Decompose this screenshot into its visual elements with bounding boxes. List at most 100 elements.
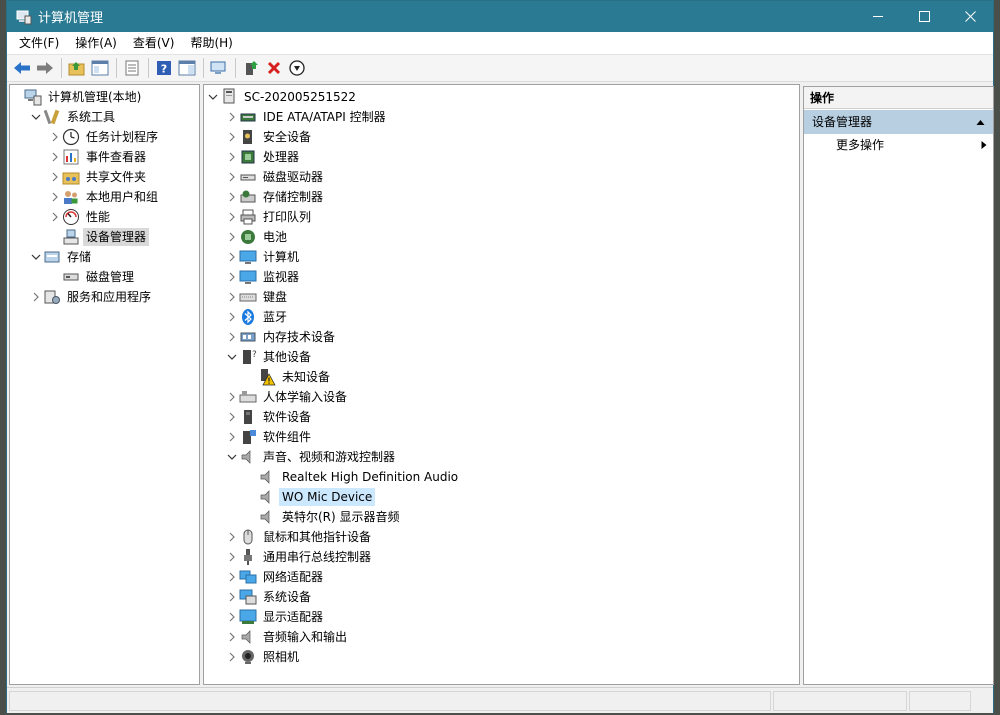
minimize-button[interactable]: [855, 1, 901, 32]
chevron-right-icon[interactable]: [225, 407, 239, 427]
console-tree-item[interactable]: 事件查看器: [48, 147, 149, 167]
menu-file[interactable]: 文件(F): [11, 33, 67, 54]
device-tree-item[interactable]: Realtek High Definition Audio: [244, 467, 461, 487]
menu-view[interactable]: 查看(V): [125, 33, 183, 54]
forward-arrow-button[interactable]: [34, 57, 56, 79]
chevron-right-icon[interactable]: [225, 247, 239, 267]
device-tree-item[interactable]: 音频输入和输出: [225, 627, 350, 647]
console-tree-label: 设备管理器: [83, 228, 150, 246]
maximize-button[interactable]: [901, 1, 947, 32]
chevron-right-icon[interactable]: [225, 207, 239, 227]
scan-hardware-button[interactable]: [208, 57, 230, 79]
device-tree-item[interactable]: 未知设备: [244, 367, 333, 387]
properties-button[interactable]: [121, 57, 143, 79]
chevron-right-icon[interactable]: [225, 267, 239, 287]
chevron-down-icon[interactable]: [206, 87, 220, 107]
device-tree-item[interactable]: 软件设备: [225, 407, 314, 427]
chevron-right-icon[interactable]: [225, 627, 239, 647]
device-tree-item[interactable]: 网络适配器: [225, 567, 326, 587]
device-tree-item[interactable]: 照相机: [225, 647, 302, 667]
device-tree-item[interactable]: 鼠标和其他指针设备: [225, 527, 374, 547]
help-button[interactable]: ?: [153, 57, 175, 79]
back-arrow-button[interactable]: [11, 57, 33, 79]
chevron-right-icon[interactable]: [48, 167, 62, 187]
device-tree-item[interactable]: 蓝牙: [225, 307, 290, 327]
chevron-right-icon[interactable]: [225, 387, 239, 407]
uninstall-button[interactable]: [263, 57, 285, 79]
chevron-down-icon[interactable]: [225, 347, 239, 367]
device-tree-item[interactable]: 电池: [225, 227, 290, 247]
device-tree-item[interactable]: 打印队列: [225, 207, 314, 227]
chevron-right-icon[interactable]: [225, 107, 239, 127]
device-tree-item[interactable]: 显示适配器: [225, 607, 326, 627]
action-section-device-manager[interactable]: 设备管理器: [804, 110, 993, 134]
device-tree-item[interactable]: 通用串行总线控制器: [225, 547, 374, 567]
chevron-down-icon[interactable]: [225, 447, 239, 467]
chevron-right-icon[interactable]: [225, 227, 239, 247]
printer-icon: [239, 208, 257, 226]
menu-action[interactable]: 操作(A): [67, 33, 125, 54]
console-tree-item[interactable]: 计算机管理(本地): [10, 87, 144, 107]
device-tree-item[interactable]: ? 其他设备: [225, 347, 314, 367]
chevron-right-icon[interactable]: [225, 527, 239, 547]
device-label: 其他设备: [263, 350, 312, 364]
device-tree-item[interactable]: 安全设备: [225, 127, 314, 147]
chevron-right-icon[interactable]: [225, 327, 239, 347]
chevron-down-icon[interactable]: [29, 107, 43, 127]
device-tree-item[interactable]: 键盘: [225, 287, 290, 307]
close-button[interactable]: [947, 1, 993, 32]
chevron-right-icon[interactable]: [225, 167, 239, 187]
chevron-down-icon[interactable]: [29, 247, 43, 267]
chevron-right-icon[interactable]: [225, 187, 239, 207]
toolbar-separator: [235, 58, 236, 78]
console-tree-item[interactable]: 服务和应用程序: [29, 287, 154, 307]
device-tree-item[interactable]: 监视器: [225, 267, 302, 287]
device-tree-item[interactable]: 内存技术设备: [225, 327, 338, 347]
chevron-right-icon[interactable]: [225, 427, 239, 447]
disable-button[interactable]: [286, 57, 308, 79]
chevron-right-icon[interactable]: [225, 547, 239, 567]
console-tree-item[interactable]: 共享文件夹: [48, 167, 149, 187]
chevron-right-icon[interactable]: [225, 307, 239, 327]
console-tree-item[interactable]: 存储: [29, 247, 94, 267]
console-tree-item[interactable]: 本地用户和组: [48, 187, 161, 207]
up-folder-button[interactable]: [66, 57, 88, 79]
more-actions-item[interactable]: 更多操作: [804, 135, 993, 155]
chevron-right-icon[interactable]: [48, 187, 62, 207]
device-tree-item[interactable]: 系统设备: [225, 587, 314, 607]
console-tree-item[interactable]: 任务计划程序: [48, 127, 161, 147]
chevron-right-icon[interactable]: [225, 607, 239, 627]
chevron-right-icon[interactable]: [225, 587, 239, 607]
menu-help[interactable]: 帮助(H): [182, 33, 240, 54]
chevron-right-icon[interactable]: [48, 147, 62, 167]
device-tree-item[interactable]: 存储控制器: [225, 187, 326, 207]
chevron-right-icon[interactable]: [225, 147, 239, 167]
chevron-right-icon[interactable]: [48, 207, 62, 227]
chevron-right-icon[interactable]: [225, 287, 239, 307]
device-tree-item[interactable]: 声音、视频和游戏控制器: [225, 447, 398, 467]
update-driver-button[interactable]: [240, 57, 262, 79]
show-tree-button[interactable]: [89, 57, 111, 79]
chevron-right-icon[interactable]: [225, 127, 239, 147]
device-tree-item[interactable]: 计算机: [225, 247, 302, 267]
action-pane-button[interactable]: [176, 57, 198, 79]
device-tree-item[interactable]: SC-202005251522: [206, 87, 359, 107]
console-tree-item[interactable]: 设备管理器: [48, 227, 150, 247]
console-tree-item[interactable]: 磁盘管理: [48, 267, 137, 287]
device-tree-item[interactable]: IDE ATA/ATAPI 控制器: [225, 107, 389, 127]
device-tree-item[interactable]: 英特尔(R) 显示器音频: [244, 507, 403, 527]
device-label: 监视器: [263, 270, 300, 284]
processor-icon: [239, 148, 257, 166]
device-tree-item[interactable]: 处理器: [225, 147, 302, 167]
chevron-right-icon[interactable]: [29, 287, 43, 307]
chevron-right-icon[interactable]: [48, 127, 62, 147]
chevron-right-icon[interactable]: [225, 647, 239, 667]
console-tree-item[interactable]: 系统工具: [29, 107, 118, 127]
device-tree-item[interactable]: WO Mic Device: [244, 487, 376, 507]
title-bar[interactable]: 计算机管理: [7, 1, 993, 32]
device-tree-item[interactable]: 磁盘驱动器: [225, 167, 326, 187]
device-tree-item[interactable]: 软件组件: [225, 427, 314, 447]
device-tree-item[interactable]: 人体学输入设备: [225, 387, 350, 407]
chevron-right-icon[interactable]: [225, 567, 239, 587]
console-tree-item[interactable]: 性能: [48, 207, 113, 227]
